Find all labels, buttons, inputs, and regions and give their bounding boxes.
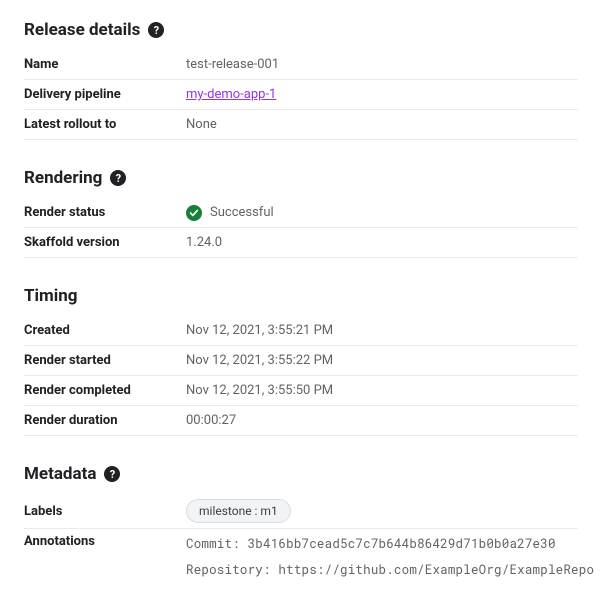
render-status-value: Successful	[186, 205, 578, 221]
annotations-label: Annotations	[24, 534, 186, 549]
render-completed-value: Nov 12, 2021, 3:55:50 PM	[186, 383, 578, 398]
skaffold-label: Skaffold version	[24, 235, 186, 250]
name-value: test-release-001	[186, 57, 578, 72]
pipeline-link[interactable]: my-demo-app-1	[186, 87, 276, 102]
created-value: Nov 12, 2021, 3:55:21 PM	[186, 323, 578, 338]
row-render-completed: Render completed Nov 12, 2021, 3:55:50 P…	[24, 376, 578, 406]
label-chip: milestone : m1	[186, 499, 291, 523]
help-icon[interactable]: ?	[110, 170, 126, 186]
metadata-header: Metadata ?	[24, 464, 578, 484]
success-check-icon	[186, 205, 202, 221]
labels-label: Labels	[24, 504, 186, 519]
timing-section: Timing Created Nov 12, 2021, 3:55:21 PM …	[24, 286, 578, 436]
render-duration-label: Render duration	[24, 413, 186, 428]
help-icon[interactable]: ?	[148, 22, 164, 38]
timing-title: Timing	[24, 286, 78, 306]
release-details-title: Release details	[24, 20, 140, 40]
latest-rollout-value: None	[186, 117, 578, 132]
rendering-section: Rendering ? Render status Successful Ska…	[24, 168, 578, 258]
skaffold-value: 1.24.0	[186, 235, 578, 250]
release-details-header: Release details ?	[24, 20, 578, 40]
render-started-value: Nov 12, 2021, 3:55:22 PM	[186, 353, 578, 368]
labels-value: milestone : m1	[186, 499, 578, 523]
metadata-title: Metadata	[24, 464, 96, 484]
row-render-duration: Render duration 00:00:27	[24, 406, 578, 436]
row-delivery-pipeline: Delivery pipeline my-demo-app-1	[24, 80, 578, 110]
rendering-title: Rendering	[24, 168, 102, 188]
render-status-text: Successful	[210, 205, 274, 220]
row-labels: Labels milestone : m1	[24, 494, 578, 529]
render-started-label: Render started	[24, 353, 186, 368]
render-duration-value: 00:00:27	[186, 413, 578, 428]
row-latest-rollout: Latest rollout to None	[24, 110, 578, 140]
row-skaffold-version: Skaffold version 1.24.0	[24, 228, 578, 258]
name-label: Name	[24, 57, 186, 72]
annotations-value: Commit: 3b416bb7cead5c7c7b644b86429d71b0…	[186, 534, 594, 578]
pipeline-value: my-demo-app-1	[186, 87, 578, 102]
metadata-section: Metadata ? Labels milestone : m1 Annotat…	[24, 464, 578, 583]
timing-header: Timing	[24, 286, 578, 306]
annotation-commit: Commit: 3b416bb7cead5c7c7b644b86429d71b0…	[186, 536, 594, 552]
row-name: Name test-release-001	[24, 50, 578, 80]
render-completed-label: Render completed	[24, 383, 186, 398]
annotation-repository: Repository: https://github.com/ExampleOr…	[186, 562, 594, 578]
created-label: Created	[24, 323, 186, 338]
pipeline-label: Delivery pipeline	[24, 87, 186, 102]
row-created: Created Nov 12, 2021, 3:55:21 PM	[24, 316, 578, 346]
render-status-label: Render status	[24, 205, 186, 220]
row-annotations: Annotations Commit: 3b416bb7cead5c7c7b64…	[24, 529, 578, 583]
help-icon[interactable]: ?	[104, 466, 120, 482]
row-render-status: Render status Successful	[24, 198, 578, 228]
latest-rollout-label: Latest rollout to	[24, 117, 186, 132]
rendering-header: Rendering ?	[24, 168, 578, 188]
release-details-section: Release details ? Name test-release-001 …	[24, 20, 578, 140]
row-render-started: Render started Nov 12, 2021, 3:55:22 PM	[24, 346, 578, 376]
